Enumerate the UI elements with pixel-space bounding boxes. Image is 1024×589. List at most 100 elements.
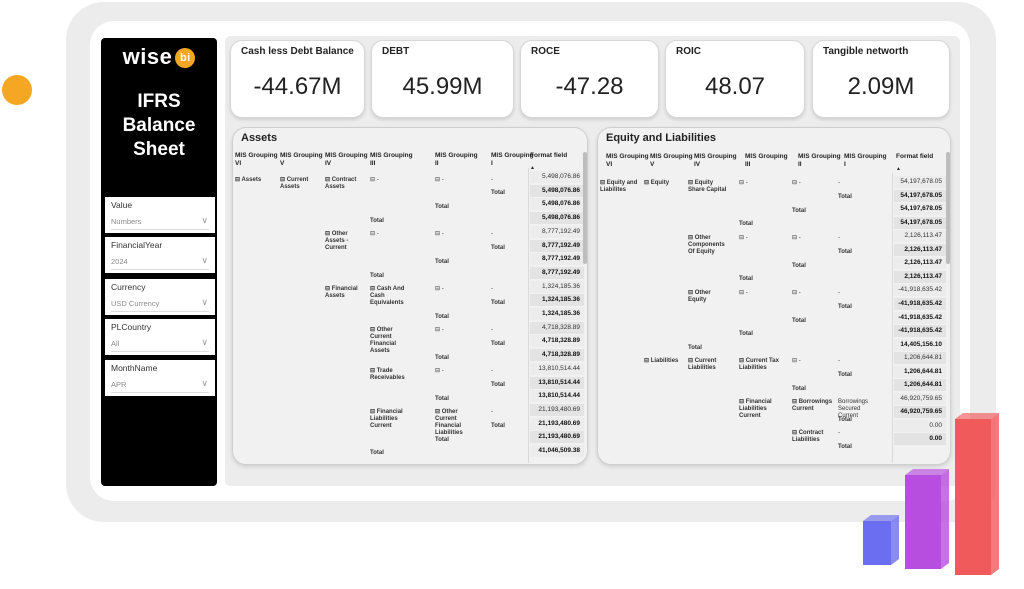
row-label[interactable]: ⊟ Equity Share Capital [688, 180, 730, 194]
row-label[interactable]: ⊟ Borrowings Current [792, 399, 834, 413]
column-header[interactable]: MIS Grouping I [844, 153, 888, 169]
row-label[interactable]: ⊟ Other Current Financial Liabilities [435, 409, 477, 437]
column-header[interactable]: MIS Grouping II [798, 153, 842, 169]
row-label[interactable]: ⊟ - [370, 177, 412, 184]
slicer-value[interactable]: APR [111, 380, 126, 389]
row-label[interactable]: ⊟ Current Tax Liabilities [739, 358, 781, 372]
slicer-value[interactable]: Numbers [111, 217, 141, 226]
column-header[interactable]: MIS Grouping III [370, 152, 414, 168]
slicer-value[interactable]: Value Numbers ∨ [105, 197, 215, 233]
row-label[interactable]: ⊟ Liabilities [644, 358, 686, 365]
row-label[interactable]: ⊟ Other Current Financial Assets [370, 327, 412, 355]
slicer-value[interactable]: USD Currency [111, 299, 159, 308]
row-label[interactable]: ⊟ - [435, 177, 477, 184]
row-label[interactable]: ⊟ Other Components Of Equity [688, 235, 730, 256]
row-label[interactable]: ⊟ Contract Assets [325, 177, 367, 191]
report-title-line: Balance [122, 115, 196, 136]
row-label[interactable]: ⊟ - [792, 358, 834, 365]
slicer-financialyear[interactable]: FinancialYear 2024 ∨ [105, 237, 215, 273]
row-label[interactable]: ⊟ Equity and Liabilites [600, 180, 642, 194]
format-field-value: 1,206,644.81 [894, 352, 946, 365]
kpi-value: -47.28 [555, 73, 624, 100]
assets-matrix[interactable]: Assets MIS Grouping VI MIS Grouping V MIS … [232, 127, 588, 465]
row-label: Total [435, 355, 449, 361]
row-label[interactable]: ⊟ - [435, 368, 477, 375]
column-header[interactable]: MIS Grouping V [650, 153, 694, 169]
kpi-value: -44.67M [253, 73, 342, 100]
row-label[interactable]: ⊟ Financial Liabilities Current [739, 399, 781, 420]
column-header[interactable]: MIS Grouping II [435, 152, 479, 168]
assets-title: Assets [241, 132, 278, 144]
chevron-down-icon[interactable]: ∨ [201, 255, 208, 266]
row-label[interactable]: ⊟ Other Assets - Current [325, 231, 367, 252]
format-field-value: 13,810,514.44 [530, 390, 584, 403]
row-label: Total [491, 190, 505, 196]
slicer-underline [111, 269, 209, 270]
format-field-value: 8,777,192.49 [530, 266, 584, 279]
slicer-monthname[interactable]: MonthName APR ∨ [105, 360, 215, 396]
format-field-value: 2,126,113.47 [894, 257, 946, 270]
row-label[interactable]: ⊟ - [739, 180, 781, 187]
chevron-down-icon[interactable]: ∨ [201, 215, 208, 226]
row-label[interactable]: ⊟ - [435, 231, 477, 238]
row-label[interactable]: ⊟ Financial Assets [325, 286, 367, 300]
column-header[interactable]: MIS Grouping IV [325, 152, 369, 168]
row-label[interactable]: ⊟ Contract Liabilities [792, 430, 834, 444]
kpi-label: Cash less Debt Balance [241, 46, 354, 57]
row-label[interactable]: ⊟ - [792, 235, 834, 242]
slicer-underline [111, 229, 209, 230]
row-label: - [838, 235, 840, 241]
format-field-value: 1,206,644.81 [894, 365, 946, 378]
format-field-value: 21,193,480.69 [530, 403, 584, 416]
column-header[interactable]: MIS Grouping V [280, 152, 324, 168]
equity-title: Equity and Liabilities [606, 132, 717, 144]
column-header[interactable]: MIS Grouping VI [235, 152, 279, 168]
format-field-value: 13,810,514.44 [530, 362, 584, 375]
column-header[interactable]: Format field [896, 153, 948, 161]
row-label[interactable]: ⊟ - [370, 231, 412, 238]
row-label[interactable]: ⊟ - [435, 327, 477, 334]
chevron-down-icon[interactable]: ∨ [201, 337, 208, 348]
row-label[interactable]: ⊟ - [739, 235, 781, 242]
row-label[interactable]: ⊟ - [739, 290, 781, 297]
chevron-down-icon[interactable]: ∨ [201, 297, 208, 308]
row-label[interactable]: ⊟ Cash And Cash Equivalents [370, 286, 412, 307]
sort-ascending-icon[interactable]: ▲ [896, 165, 901, 173]
report-title-line: IFRS [137, 91, 181, 112]
format-field-value: 4,718,328.89 [530, 321, 584, 334]
row-label[interactable]: ⊟ Current Liabilities [688, 358, 730, 372]
format-field-value: 8,777,192.49 [530, 253, 584, 266]
format-field-value: 5,498,076.86 [530, 198, 584, 211]
format-field-value: 54,197,678.05 [894, 176, 946, 188]
chevron-down-icon[interactable]: ∨ [201, 378, 208, 389]
kpi-card: ROIC 48.07 [665, 40, 805, 118]
row-label[interactable]: ⊟ - [792, 180, 834, 187]
row-label[interactable]: ⊟ - [435, 286, 477, 293]
column-header[interactable]: MIS Grouping I [491, 152, 535, 168]
brand-badge-icon: bi [175, 48, 196, 68]
column-header[interactable]: Format field [530, 152, 584, 160]
vertical-scrollbar[interactable] [946, 152, 950, 264]
row-label[interactable]: ⊟ Assets [235, 177, 277, 184]
row-label[interactable]: ⊟ Current Assets [280, 177, 322, 191]
column-header[interactable]: MIS Grouping III [745, 153, 789, 169]
row-label: Total [838, 304, 852, 310]
row-label[interactable]: ⊟ Equity [644, 180, 686, 187]
row-label: Total [435, 314, 449, 320]
slicer-currency[interactable]: Currency USD Currency ∨ [105, 279, 215, 315]
format-field-value: 4,718,328.89 [530, 349, 584, 362]
slicer-value[interactable]: 2024 [111, 257, 128, 266]
row-label[interactable]: ⊟ Trade Receivables [370, 368, 412, 382]
column-header[interactable]: MIS Grouping VI [606, 153, 650, 169]
row-label: Total [792, 263, 806, 269]
decor-bar-2 [905, 469, 949, 569]
slicer-label: MonthName [111, 363, 158, 373]
row-label[interactable]: ⊟ - [792, 290, 834, 297]
row-label[interactable]: ⊟ Other Equity [688, 290, 730, 304]
vertical-scrollbar[interactable] [583, 152, 587, 264]
slicer-value[interactable]: All [111, 339, 119, 348]
format-field-value: 21,193,480.69 [530, 417, 584, 430]
row-label[interactable]: ⊟ Financial Liabilities Current [370, 409, 412, 430]
column-header[interactable]: MIS Grouping IV [694, 153, 738, 169]
slicer-plcountry[interactable]: PLCountry All ∨ [105, 319, 215, 355]
